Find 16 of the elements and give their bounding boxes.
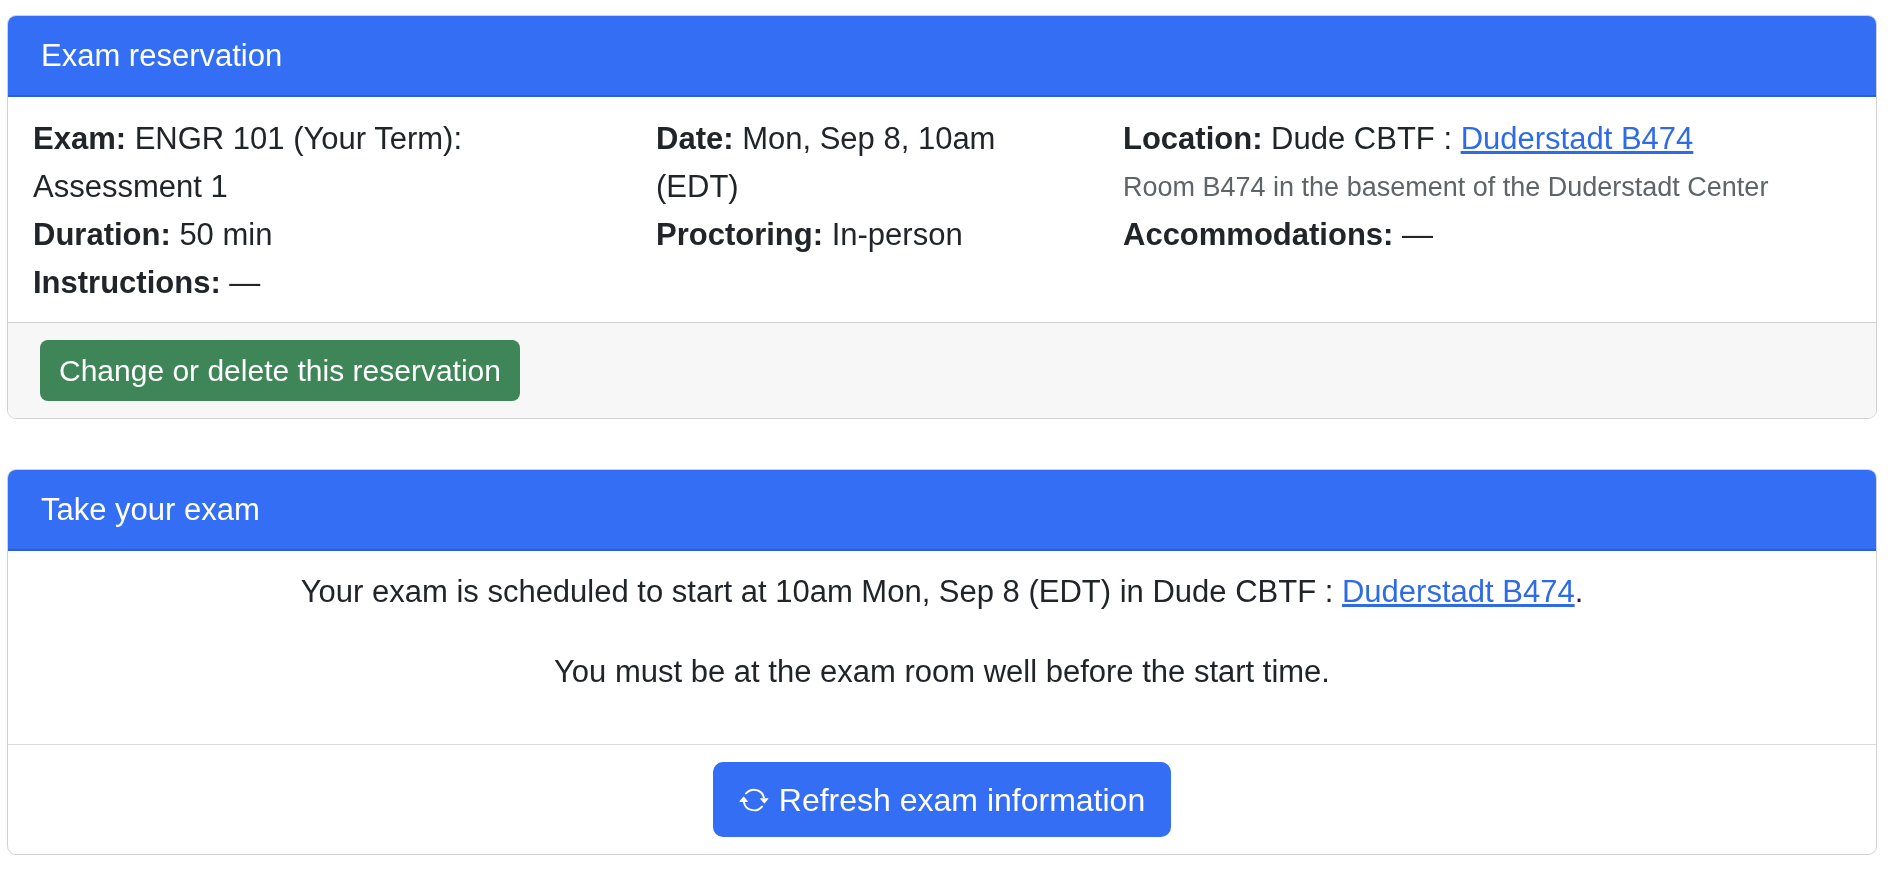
detail-text: Proctoring: In-person (656, 216, 964, 254)
detail-text: Accommodations: — (1123, 216, 1435, 254)
detail-text: Duration: 50 min (33, 216, 274, 254)
detail-text: Exam: ENGR 101 (Your Term): Assessment 1 (33, 120, 463, 206)
location-note: Room B474 in the basement of the Duderstadt Center (1123, 171, 1770, 204)
schedule-text: Your exam is scheduled to start at 10am Mon, Sep 8 (EDT) in Dude CBTF : Duderstadt B474. (299, 573, 1585, 611)
location-link[interactable]: Duderstadt B474 (1342, 574, 1575, 609)
change-reservation-button[interactable]: Change or delete this reservation (40, 340, 520, 401)
location-link[interactable]: Duderstadt B474 (1460, 121, 1694, 156)
refresh-button[interactable]: Refresh exam information (712, 762, 1172, 837)
card-title: Exam reservation (41, 36, 283, 75)
notice-text: You must be at the exam room well before the start time. (553, 653, 1331, 691)
detail-text: Date: Mon, Sep 8, 10am (EDT) (656, 120, 997, 206)
detail-text: Instructions: — (33, 264, 262, 302)
card-title: Take your exam (41, 490, 260, 529)
detail-text: Location: Dude CBTF : Duderstadt B474 (1123, 120, 1695, 158)
